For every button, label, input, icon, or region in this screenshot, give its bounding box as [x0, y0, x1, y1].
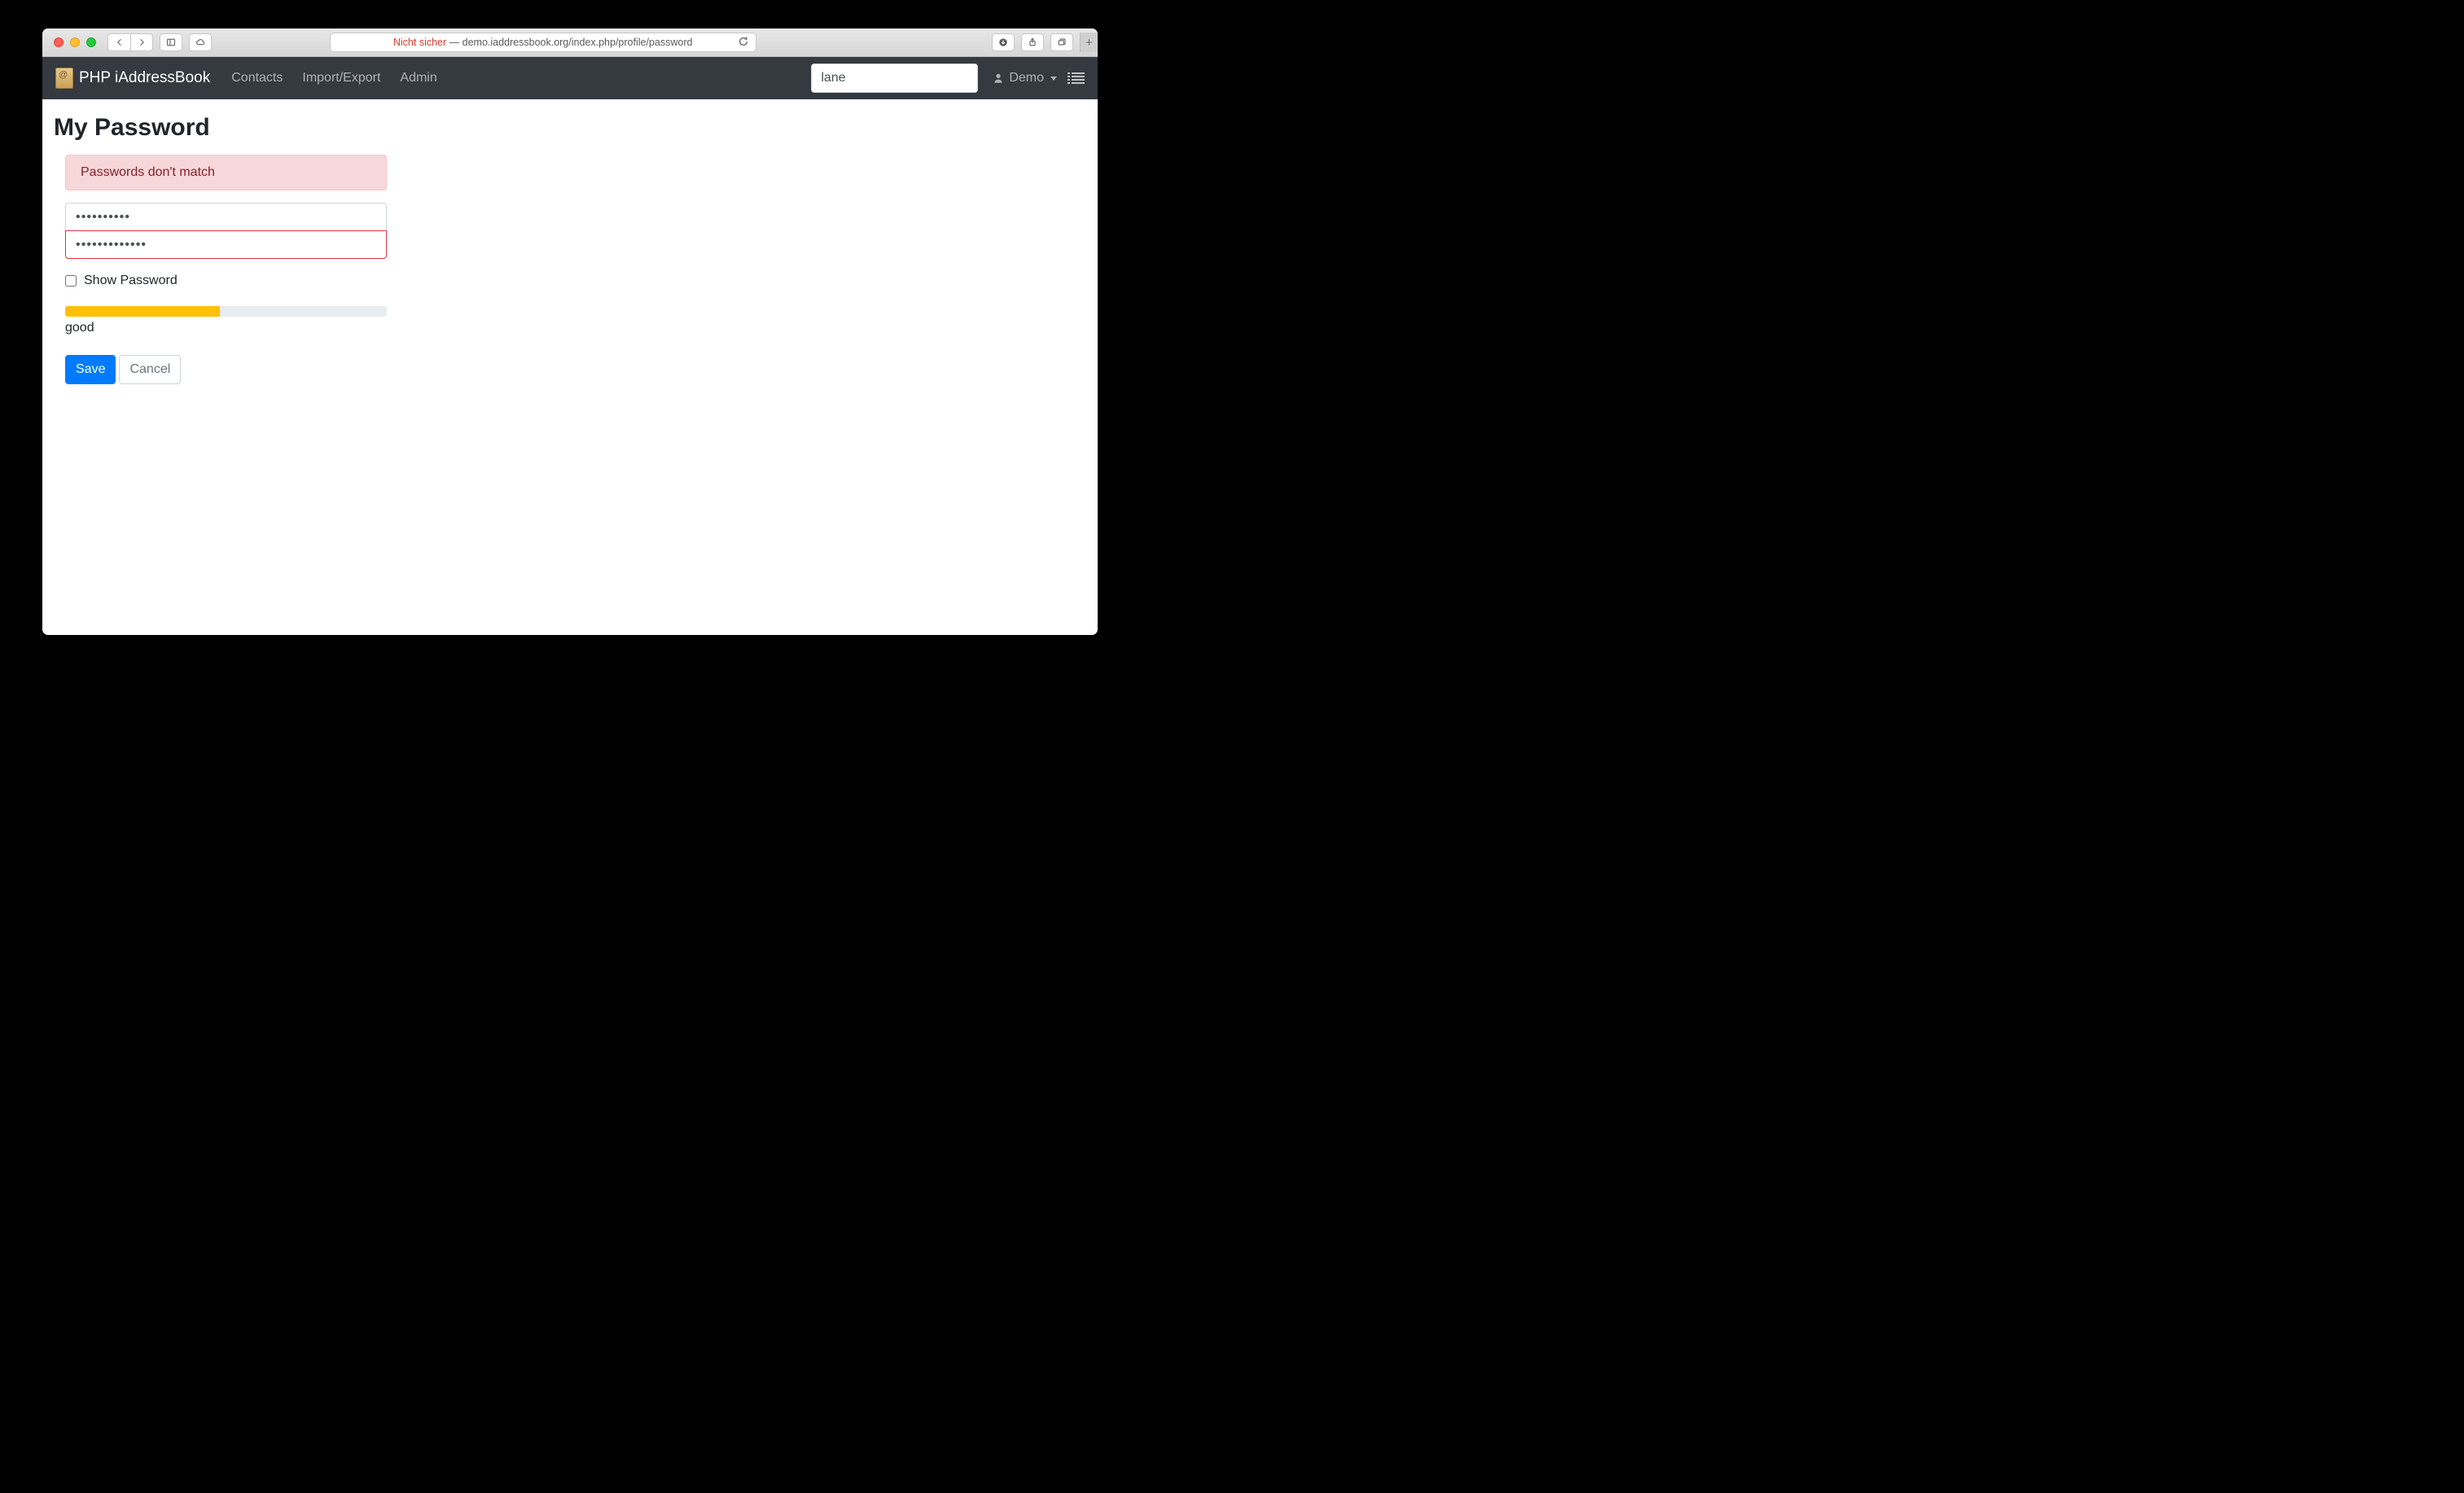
reload-button[interactable] — [738, 36, 751, 49]
list-view-button[interactable] — [1072, 72, 1085, 84]
tabs-button[interactable] — [1050, 33, 1073, 51]
downloads-button[interactable] — [992, 33, 1015, 51]
show-password-row[interactable]: Show Password — [65, 274, 387, 288]
search-input[interactable] — [811, 63, 978, 93]
browser-titlebar: Nicht sicher — demo.iaddressbook.org/ind… — [42, 28, 1098, 57]
toolbar-right — [992, 33, 1073, 51]
user-icon — [993, 72, 1004, 84]
show-password-label: Show Password — [84, 274, 178, 288]
cancel-button[interactable]: Cancel — [119, 355, 181, 384]
icloud-button[interactable] — [189, 33, 212, 51]
brand[interactable]: PHP iAddressBook — [55, 68, 210, 89]
forward-button[interactable] — [130, 33, 153, 51]
navbar-right: Demo — [811, 63, 1085, 93]
password-form: Passwords don't match Show Password good… — [65, 155, 387, 384]
page-title: My Password — [54, 114, 1086, 142]
close-window-button[interactable] — [54, 37, 64, 47]
maximize-window-button[interactable] — [86, 37, 96, 47]
save-button[interactable]: Save — [65, 355, 116, 384]
error-alert: Passwords don't match — [65, 155, 387, 190]
window-controls — [54, 37, 96, 47]
nav-import-export[interactable]: Import/Export — [296, 71, 387, 85]
user-menu[interactable]: Demo — [993, 71, 1057, 85]
password-strength-bar — [65, 306, 387, 317]
brand-text: PHP iAddressBook — [79, 69, 210, 87]
chevron-down-icon — [1050, 77, 1057, 81]
page-content: My Password Passwords don't match Show P… — [42, 99, 1098, 399]
password-strength-label: good — [65, 321, 387, 335]
insecure-label: Nicht sicher — [393, 37, 446, 48]
new-tab-button[interactable]: + — [1080, 33, 1098, 52]
app-navbar: PHP iAddressBook Contacts Import/Export … — [42, 57, 1098, 99]
share-button[interactable] — [1021, 33, 1044, 51]
address-bar[interactable]: Nicht sicher — demo.iaddressbook.org/ind… — [330, 33, 756, 52]
nav-admin[interactable]: Admin — [393, 71, 443, 85]
password-input[interactable] — [65, 203, 387, 231]
back-button[interactable] — [107, 33, 130, 51]
minimize-window-button[interactable] — [70, 37, 80, 47]
url-separator: — — [446, 37, 462, 48]
button-row: Save Cancel — [65, 355, 387, 384]
browser-window: Nicht sicher — demo.iaddressbook.org/ind… — [42, 28, 1098, 635]
url-text: demo.iaddressbook.org/index.php/profile/… — [463, 37, 693, 48]
show-password-checkbox[interactable] — [65, 275, 77, 287]
brand-icon — [55, 68, 73, 89]
password-confirm-input[interactable] — [65, 230, 387, 259]
sidebar-toggle-button[interactable] — [160, 33, 182, 51]
password-strength-fill — [65, 306, 220, 317]
user-label: Demo — [1009, 71, 1044, 85]
nav-contacts[interactable]: Contacts — [225, 71, 289, 85]
nav-button-group — [107, 33, 153, 51]
